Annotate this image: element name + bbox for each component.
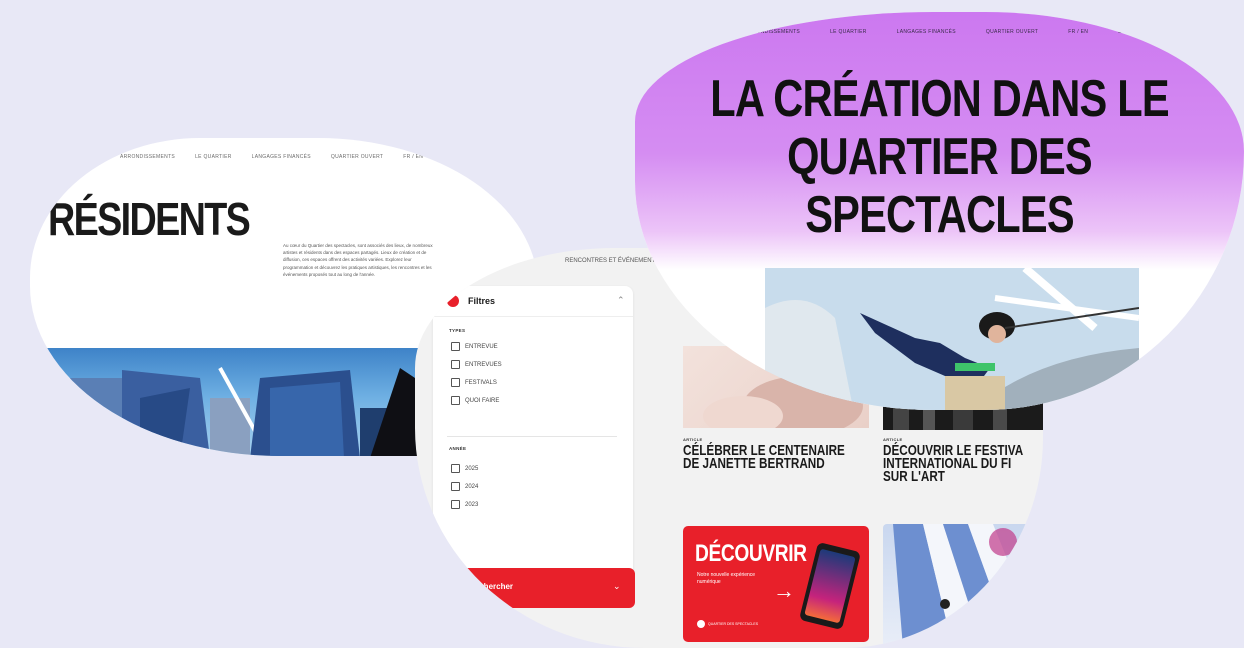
filters-panel: Filtres ⌃ TYPES ENTREVUE ENTREVUES FESTI… [433,286,633,576]
nav-item[interactable]: QUARTIER OUVERT [331,154,383,160]
nav-item[interactable]: FR / EN [1068,29,1088,35]
top-nav: ARRONDISSEMENTS LE QUARTIER LANGAGES FIN… [120,154,423,160]
option-label: 2025 [465,465,479,472]
option-label: ENTREVUE [465,343,498,350]
hero-banner: ARRONDISSEMENTS LE QUARTIER LANGAGES FIN… [635,12,1244,270]
article-title[interactable]: CÉLÉBRER LE CENTENAIRE DE JANETTE BERTRA… [683,443,845,472]
arrow-right-icon: → [773,578,795,603]
nav-item[interactable]: FR / EN [403,154,423,160]
filter-icon [447,295,459,307]
search-button[interactable]: Rechercher ⌄ [435,568,635,608]
nav-item[interactable]: LE QUARTIER [830,29,867,35]
logo-icon [697,620,705,628]
filter-option[interactable]: 2023 [451,500,478,509]
discover-promo-card[interactable]: DÉCOUVRIR Notre nouvelle expérience numé… [683,526,869,642]
hero-title: LA CRÉATION DANS LE QUARTIER DES SPECTAC… [635,70,1244,244]
filter-group-title: ANNÉE [449,446,467,451]
checkbox[interactable] [451,464,460,473]
nav-item[interactable]: ARRONDISSEMENTS [120,154,175,160]
nav-item[interactable]: LANGAGES FINANCÉS [897,29,956,35]
option-label: QUOI FAIRE [465,397,500,404]
title-line: DE JANETTE BERTRAND [683,455,825,472]
checkbox[interactable] [451,500,460,509]
checkbox[interactable] [451,378,460,387]
nav-item[interactable]: LANGAGES FINANCÉS [252,154,311,160]
filter-group-title: TYPES [449,328,466,333]
hero-title-line: SPECTACLES [805,186,1074,244]
promo-title: DÉCOUVRIR [695,540,807,567]
promo-logo-text: QUARTIER DES SPECTACLES [708,622,759,626]
phone-illustration [798,541,862,631]
filter-option[interactable]: ENTREVUES [451,360,502,369]
hero-title-line: QUARTIER DES [787,128,1093,186]
page-title: RÉSIDENTS [48,193,251,245]
nav-item[interactable]: QUARTIER OUVERT [986,29,1038,35]
option-label: ENTREVUES [465,361,502,368]
search-button-label: Rechercher [469,582,514,591]
divider [447,436,617,437]
checkbox[interactable] [451,482,460,491]
checkbox[interactable] [451,396,460,405]
nav-item[interactable]: LE QUARTIER [195,154,232,160]
top-nav: ARRONDISSEMENTS LE QUARTIER LANGAGES FIN… [745,29,1126,35]
article-image[interactable] [883,524,1043,648]
chevron-down-icon: ⌄ [613,581,621,591]
chevron-up-icon[interactable]: ⌃ [617,295,625,306]
filter-option[interactable]: QUOI FAIRE [451,396,499,405]
option-label: 2024 [465,483,479,490]
filter-option[interactable]: FESTIVALS [451,378,497,387]
option-label: FESTIVALS [465,379,497,386]
filter-option[interactable]: ENTREVUE [451,342,498,351]
intro-paragraph: Au cœur du Quartier des spectacles, sont… [283,243,433,277]
nav-item[interactable]: EN [1118,29,1126,35]
hero-photo [765,268,1139,410]
promo-subtitle: Notre nouvelle expérience numérique [697,572,756,585]
article-title[interactable]: DÉCOUVRIR LE FESTIVA INTERNATIONAL DU FI… [883,443,1023,484]
filters-label: Filtres [468,296,496,306]
hero-title-line: LA CRÉATION DANS LE [710,70,1169,128]
filters-header[interactable]: Filtres ⌃ [433,286,633,317]
nav-item[interactable]: ARRONDISSEMENTS [745,29,800,35]
filter-option[interactable]: 2024 [451,482,478,491]
checkbox[interactable] [451,342,460,351]
option-label: 2023 [465,501,479,508]
filter-option[interactable]: 2025 [451,464,478,473]
checkbox[interactable] [451,360,460,369]
